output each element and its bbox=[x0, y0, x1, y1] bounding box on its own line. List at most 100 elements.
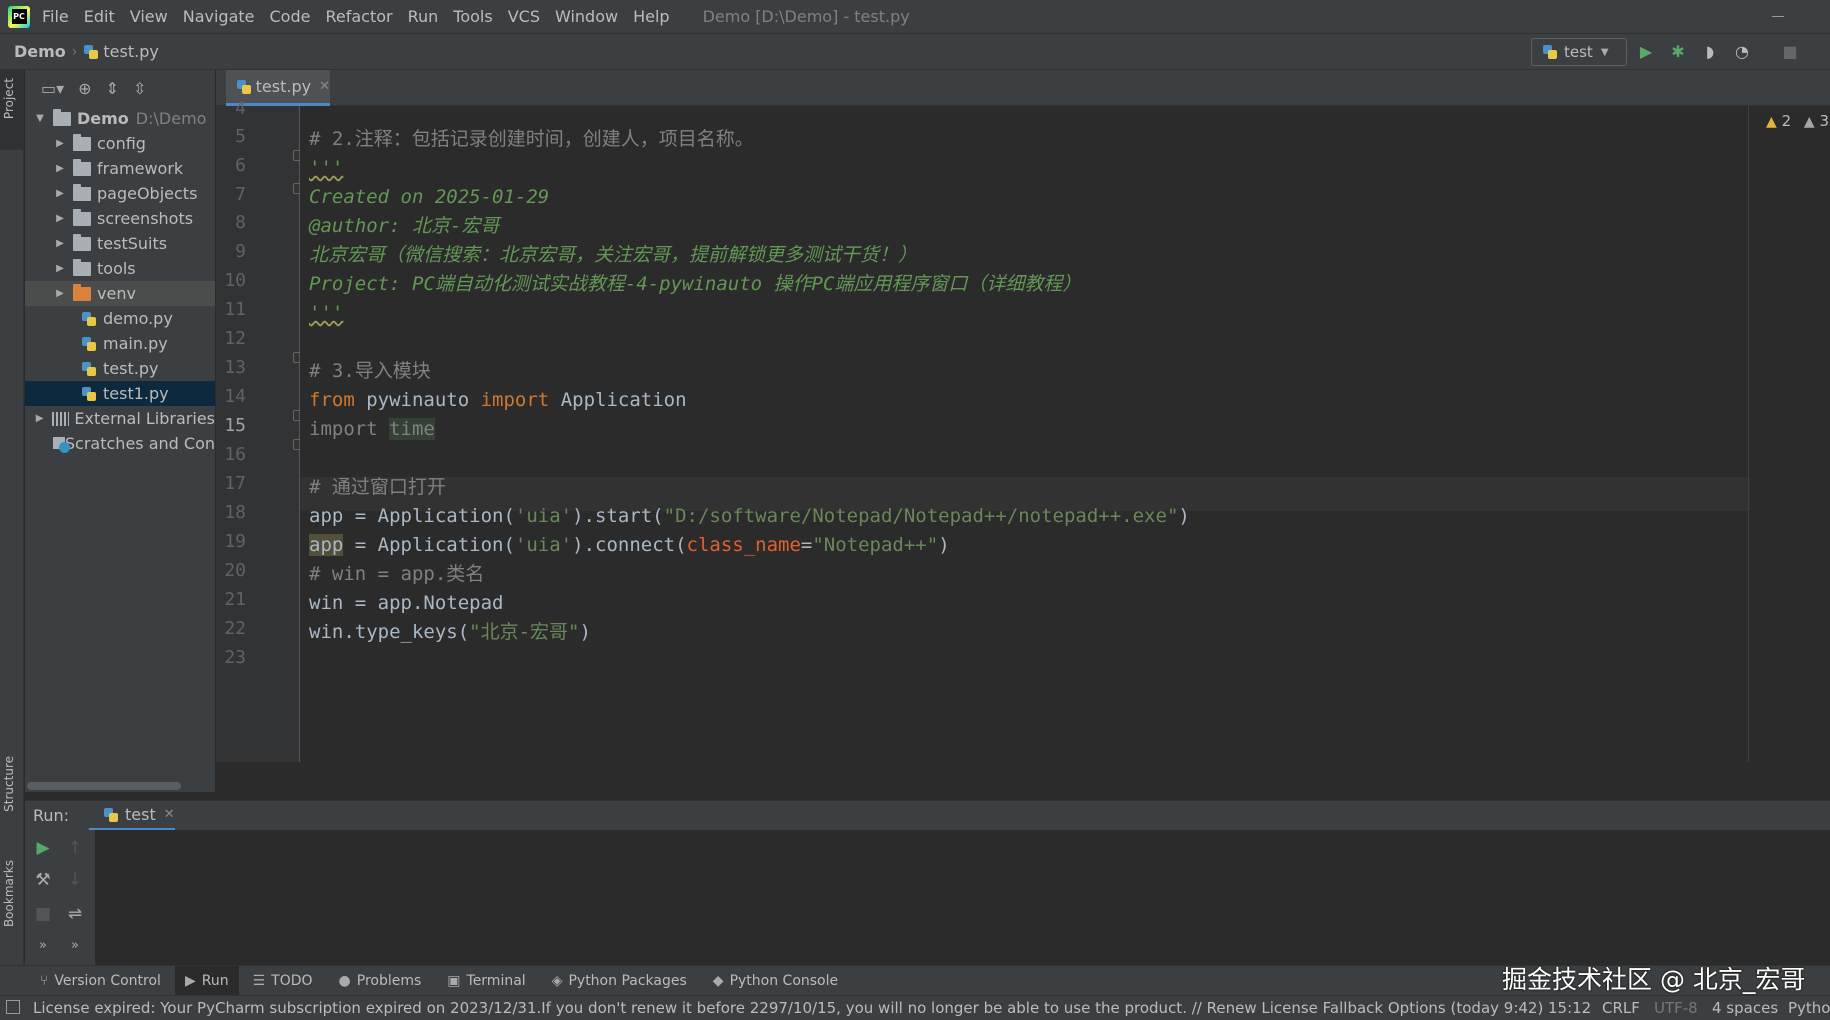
breadcrumb-file[interactable]: test.py bbox=[103, 42, 158, 61]
tool-python-console[interactable]: ◆ Python Console bbox=[713, 973, 838, 989]
menu-navigate[interactable]: Navigate bbox=[183, 7, 255, 26]
layers-icon: ◈ bbox=[551, 972, 563, 989]
locate-icon[interactable]: ⊕ bbox=[78, 79, 91, 98]
caret-position[interactable]: 15:12 bbox=[1548, 999, 1591, 1017]
terminal-icon: ▣ bbox=[447, 972, 461, 989]
python-interpreter[interactable]: Pytho bbox=[1788, 999, 1830, 1017]
tree-item-label: main.py bbox=[103, 334, 168, 353]
stop-icon[interactable]: ■ bbox=[1780, 42, 1800, 62]
coverage-icon[interactable]: ◗ bbox=[1700, 42, 1720, 62]
tree-item-demo-py[interactable]: demo.py bbox=[25, 306, 215, 331]
line-number: 5 bbox=[235, 126, 246, 147]
chevron-right-icon: ▶ bbox=[56, 138, 64, 149]
line-number: 16 bbox=[224, 444, 246, 465]
profile-icon[interactable]: ◔ bbox=[1732, 42, 1752, 62]
menu-vcs[interactable]: VCS bbox=[508, 7, 540, 26]
python-icon: ◆ bbox=[712, 972, 724, 989]
menu-view[interactable]: View bbox=[130, 7, 168, 26]
project-tool-button[interactable]: Project bbox=[0, 70, 24, 150]
python-file-icon bbox=[83, 44, 99, 60]
arrow-up-icon[interactable]: ↑ bbox=[65, 838, 85, 858]
pycharm-logo-icon: PC bbox=[8, 5, 30, 28]
tree-root-name: Demo bbox=[77, 109, 129, 128]
tree-item-pageobjects[interactable]: ▶ pageObjects bbox=[25, 181, 215, 206]
run-icon[interactable]: ▶ bbox=[1636, 42, 1656, 62]
menu-window[interactable]: Window bbox=[555, 7, 618, 26]
close-icon[interactable]: ✕ bbox=[164, 807, 175, 822]
tab-label: test.py bbox=[255, 77, 312, 96]
tree-item-testsuits[interactable]: ▶ testSuits bbox=[25, 231, 215, 256]
wrench-icon[interactable]: ⚒ bbox=[33, 870, 53, 890]
status-message[interactable]: License expired: Your PyCharm subscripti… bbox=[33, 999, 1543, 1017]
debug-icon[interactable]: ✱ bbox=[1668, 42, 1688, 62]
tree-item-screenshots[interactable]: ▶ screenshots bbox=[25, 206, 215, 231]
tool-python-packages[interactable]: ◈ Python Packages bbox=[552, 973, 687, 989]
expand-all-icon[interactable]: ⇕ bbox=[106, 79, 119, 98]
menu-code[interactable]: Code bbox=[270, 7, 311, 26]
structure-tool-label[interactable]: Structure bbox=[2, 756, 16, 812]
window-layout-icon[interactable] bbox=[6, 1000, 20, 1014]
tool-problems[interactable]: ● Problems bbox=[339, 973, 422, 989]
folder-icon bbox=[73, 133, 91, 151]
menu-file[interactable]: File bbox=[42, 7, 69, 26]
python-file-icon bbox=[81, 336, 97, 352]
editor-tab-bar: test.py ✕ bbox=[216, 70, 1830, 106]
folder-icon bbox=[73, 233, 91, 251]
more-icon[interactable]: » bbox=[65, 936, 85, 956]
tree-item-framework[interactable]: ▶ framework bbox=[25, 156, 215, 181]
tree-item-main-py[interactable]: main.py bbox=[25, 331, 215, 356]
scratches-icon bbox=[53, 435, 70, 453]
warnings-count: 2 bbox=[1781, 112, 1792, 130]
tree-item-external-libraries[interactable]: ▶ External Libraries bbox=[25, 406, 215, 431]
minimize-icon[interactable] bbox=[1770, 8, 1786, 24]
project-panel: ▭▾ ⊕ ⇕ ⇳ ▼ Demo D:\Demo ▶ config ▶ frame… bbox=[25, 70, 215, 792]
tool-terminal[interactable]: ▣ Terminal bbox=[447, 973, 525, 989]
line-number: 10 bbox=[224, 270, 246, 291]
stop-icon[interactable]: ■ bbox=[33, 904, 53, 924]
menu-edit[interactable]: Edit bbox=[84, 7, 115, 26]
line-separator[interactable]: CRLF bbox=[1602, 999, 1640, 1017]
run-configuration-select[interactable]: test ▼ bbox=[1531, 38, 1627, 66]
menu-tools[interactable]: Tools bbox=[453, 7, 492, 26]
watermark: 掘金技术社区 @ 北京_宏哥 bbox=[1502, 965, 1806, 994]
line-number: 11 bbox=[224, 299, 246, 320]
tree-item-tools[interactable]: ▶ tools bbox=[25, 256, 215, 281]
project-horizontal-scrollbar[interactable] bbox=[27, 782, 181, 790]
view-options-icon[interactable]: ▭▾ bbox=[41, 79, 64, 98]
tree-root[interactable]: ▼ Demo D:\Demo bbox=[25, 106, 215, 131]
collapse-all-icon[interactable]: ⇳ bbox=[133, 79, 146, 98]
tree-item-config[interactable]: ▶ config bbox=[25, 131, 215, 156]
tree-item-label: config bbox=[97, 134, 146, 153]
menu-help[interactable]: Help bbox=[633, 7, 669, 26]
more-icon[interactable]: » bbox=[33, 936, 53, 956]
indent-setting[interactable]: 4 spaces bbox=[1712, 999, 1778, 1017]
tree-item-scratches[interactable]: Scratches and Con bbox=[25, 431, 215, 456]
tree-item-venv[interactable]: ▶ venv bbox=[25, 281, 215, 306]
soft-wrap-icon[interactable]: ⇌ bbox=[65, 904, 85, 924]
chevron-right-icon: ▶ bbox=[56, 213, 64, 224]
arrow-down-icon[interactable]: ↓ bbox=[65, 870, 85, 890]
excluded-folder-icon bbox=[73, 283, 91, 301]
menu-run[interactable]: Run bbox=[408, 7, 439, 26]
breadcrumb-project[interactable]: Demo bbox=[14, 42, 66, 61]
tool-version-control[interactable]: ⑂ Version Control bbox=[40, 973, 161, 989]
tree-item-test-py[interactable]: test.py bbox=[25, 356, 215, 381]
tool-todo[interactable]: ☰ TODO bbox=[253, 973, 313, 989]
chevron-right-icon: ▶ bbox=[56, 238, 64, 249]
menu-refactor[interactable]: Refactor bbox=[325, 7, 392, 26]
tree-item-test1-py[interactable]: test1.py bbox=[25, 381, 215, 406]
project-toolbar: ▭▾ ⊕ ⇕ ⇳ bbox=[25, 70, 215, 106]
line-number: 18 bbox=[224, 502, 246, 523]
close-icon[interactable]: ✕ bbox=[319, 79, 330, 94]
bookmarks-tool-label[interactable]: Bookmarks bbox=[2, 860, 16, 927]
file-encoding[interactable]: UTF-8 bbox=[1654, 999, 1698, 1017]
run-tab-test[interactable]: test ✕ bbox=[89, 801, 175, 831]
code-line-10: Project: PC端自动化测试实战教程-4-pywinauto 操作PC端应… bbox=[309, 273, 1082, 295]
rerun-icon[interactable]: ▶ bbox=[33, 838, 53, 858]
code-editor[interactable]: # 2.注释：包括记录创建时间，创建人，项目名称。 ''' Created on… bbox=[300, 106, 1750, 762]
tree-item-label: demo.py bbox=[103, 309, 173, 328]
inspection-widget[interactable]: ▲ 2 ▲ 3 bbox=[1766, 112, 1829, 130]
tool-run[interactable]: ▶ Run bbox=[174, 965, 239, 996]
run-console[interactable] bbox=[25, 830, 1830, 965]
run-toolbar: ▶ ↑ ⚒ ↓ ■ ⇌ » » bbox=[25, 830, 95, 965]
